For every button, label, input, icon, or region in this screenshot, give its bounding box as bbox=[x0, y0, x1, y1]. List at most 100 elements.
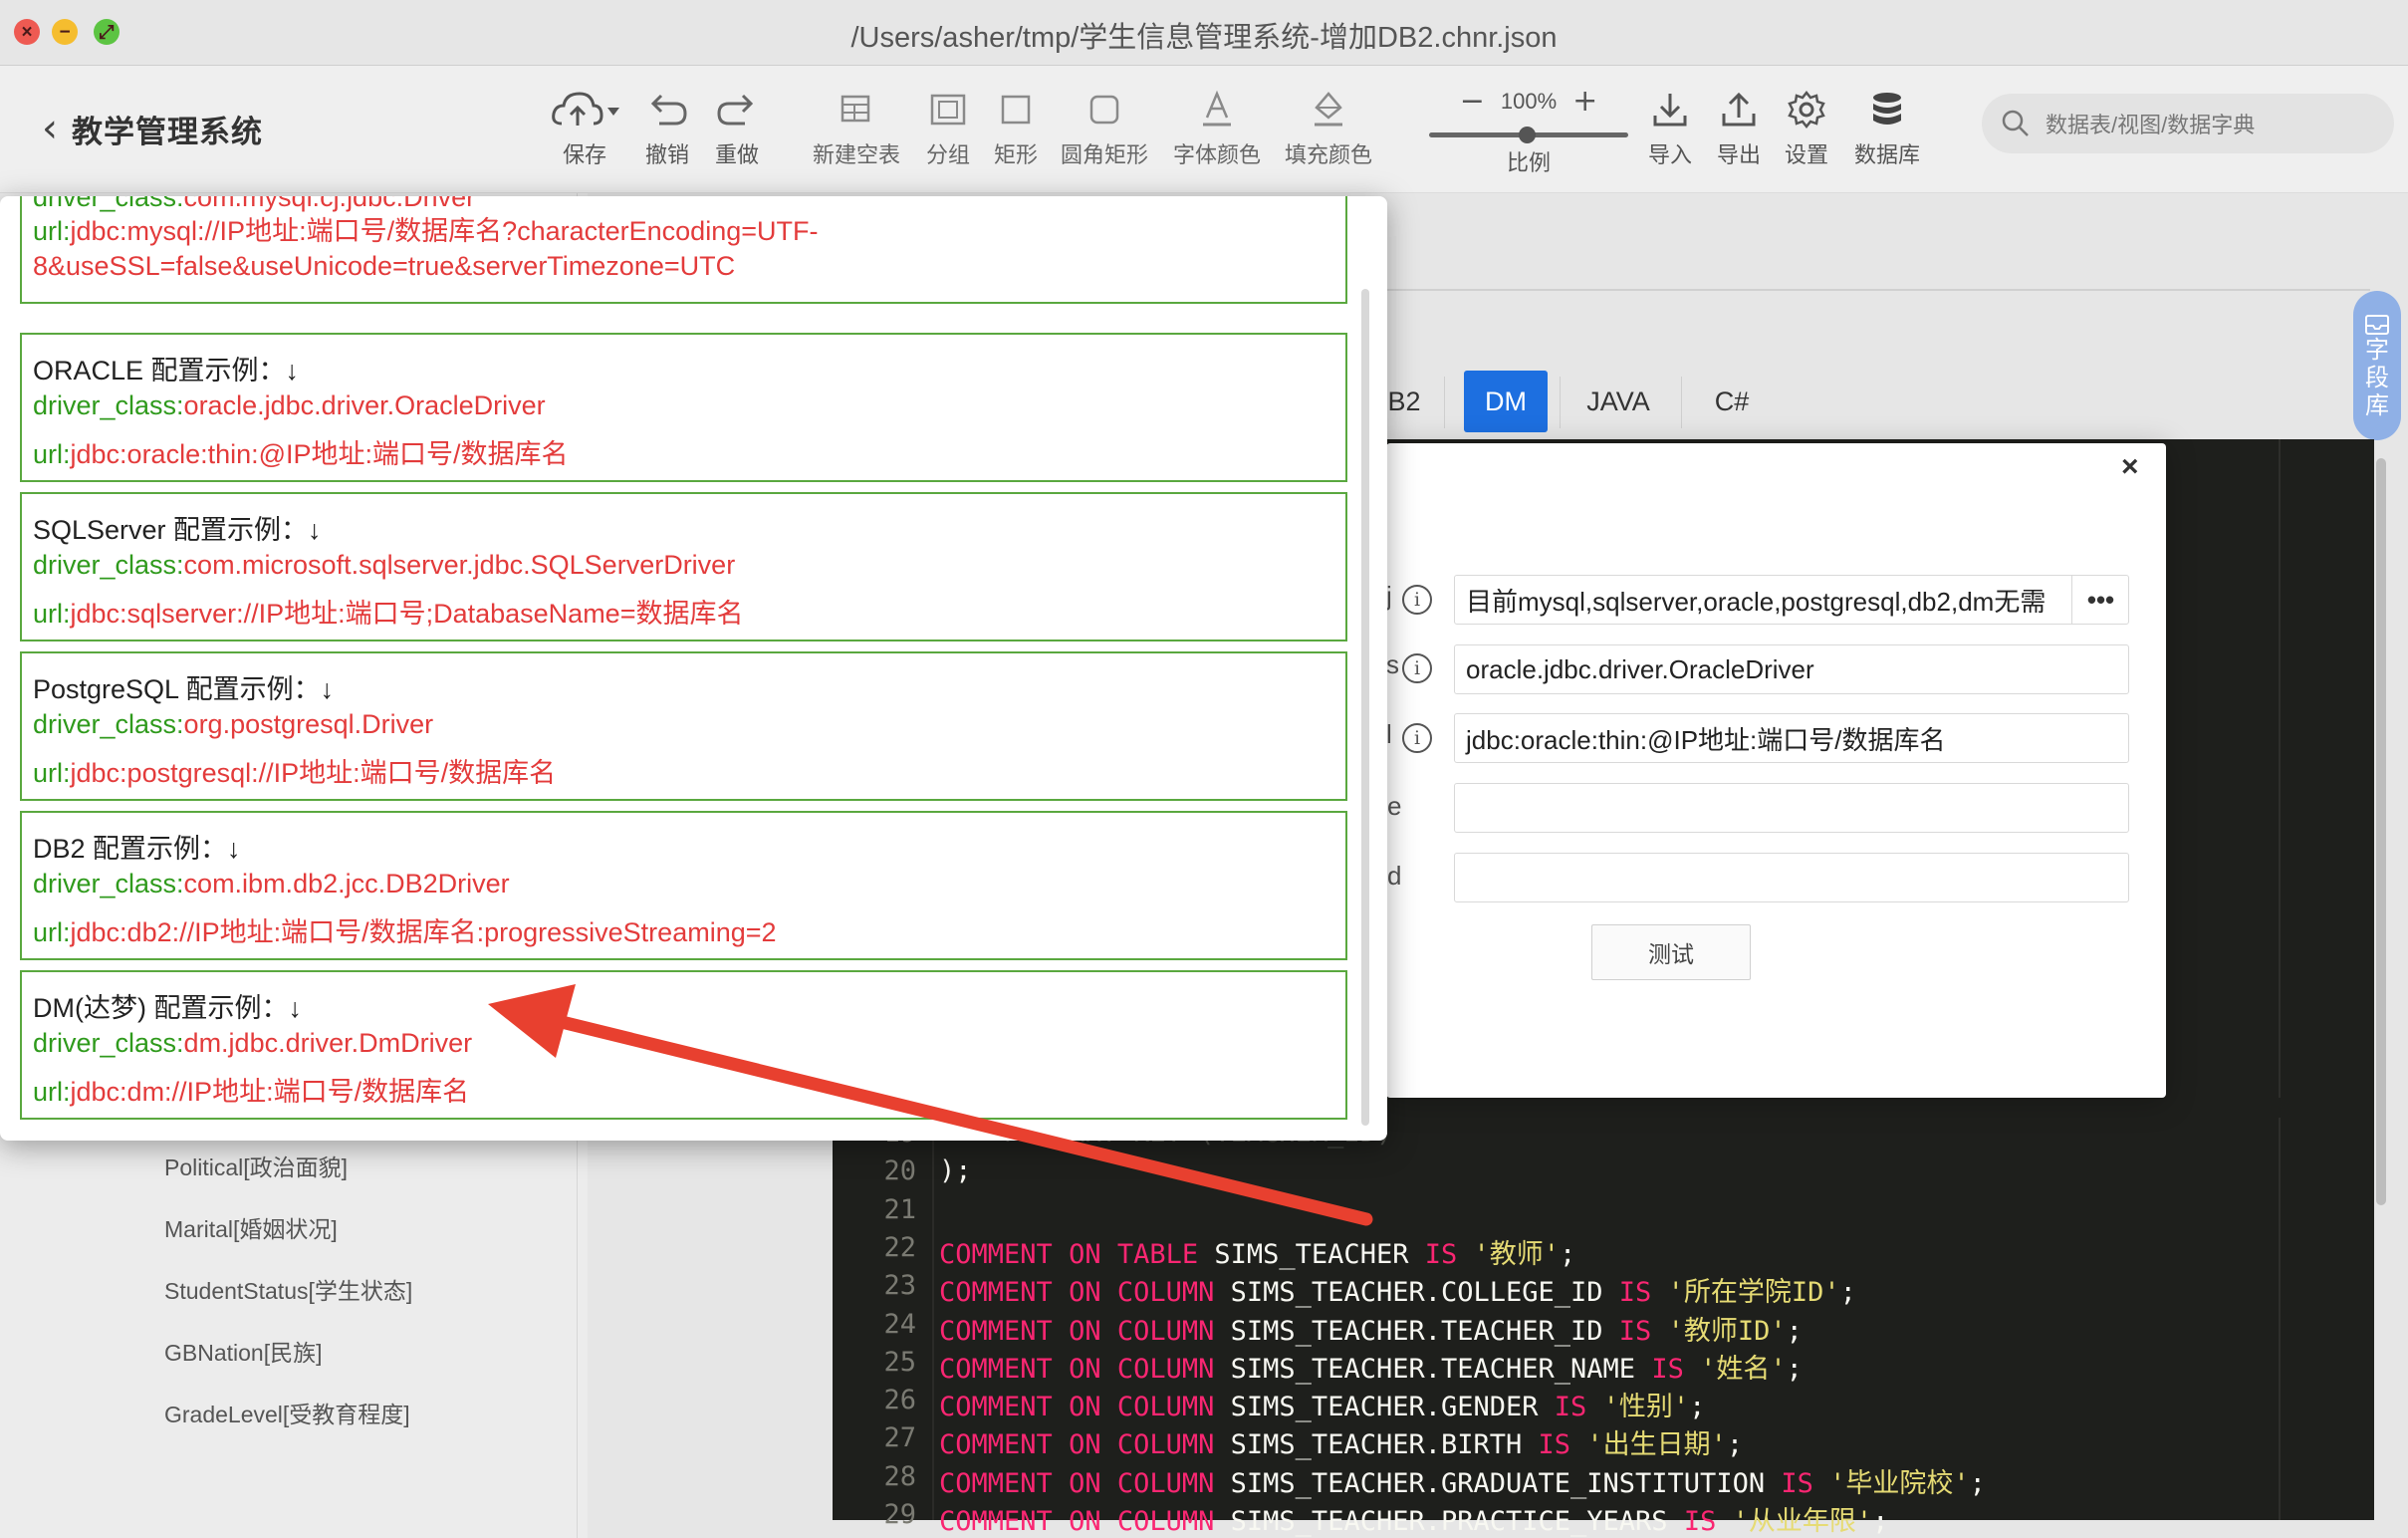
tab-separator bbox=[1560, 377, 1561, 428]
url-key: url: bbox=[33, 758, 71, 788]
export-button[interactable]: 导出 bbox=[1717, 86, 1761, 169]
cloud-upload-icon bbox=[552, 92, 619, 126]
info-icon[interactable]: i bbox=[1402, 585, 1432, 615]
group-icon bbox=[930, 94, 966, 126]
database-icon bbox=[1873, 93, 1901, 125]
line-number: 22 bbox=[883, 1231, 916, 1263]
driver-key: driver_class: bbox=[33, 709, 184, 739]
vertical-scrollbar[interactable] bbox=[2376, 458, 2386, 1205]
group-button[interactable]: 分组 bbox=[926, 86, 970, 169]
inbox-icon bbox=[2365, 315, 2389, 335]
code-line: ); bbox=[939, 1155, 972, 1187]
search-input[interactable]: 数据表/视图/数据字典 bbox=[1982, 94, 2394, 153]
line-number: 24 bbox=[883, 1308, 916, 1340]
line-number: 20 bbox=[883, 1155, 916, 1187]
zoom-in-button[interactable]: + bbox=[1572, 84, 1597, 119]
driver-key: driver_class: bbox=[33, 869, 184, 898]
line-number: 23 bbox=[883, 1270, 916, 1302]
url-value: jdbc:sqlserver://IP地址:端口号;DatabaseName=数… bbox=[70, 599, 744, 629]
config-example-box: DB2 配置示例：↓ driver_class:com.ibm.db2.jcc.D… bbox=[20, 811, 1347, 960]
zoom-out-button[interactable]: − bbox=[1460, 84, 1485, 119]
more-options-button[interactable]: ••• bbox=[2071, 575, 2129, 625]
fill-color-icon bbox=[1315, 92, 1342, 127]
rectangle-button[interactable]: 矩形 bbox=[994, 86, 1038, 169]
export-icon bbox=[1722, 92, 1756, 127]
url-key: url: bbox=[33, 1077, 71, 1107]
code-line: COMMENT ON COLUMN SIMS_TEACHER.TEACHER_I… bbox=[939, 1315, 1803, 1347]
popup-scrollbar[interactable] bbox=[1361, 289, 1369, 1126]
config-examples-tooltip: driver_class:com.mysql.cj.jdbc.Driver ur… bbox=[0, 196, 1387, 1141]
example-title: SQLServer 配置示例：↓ bbox=[33, 515, 322, 545]
fill-color-button[interactable]: 填充颜色 bbox=[1285, 86, 1372, 169]
settings-button[interactable]: 设置 bbox=[1785, 86, 1828, 169]
font-color-button[interactable]: 字体颜色 bbox=[1173, 86, 1261, 169]
print-margin bbox=[2279, 439, 2281, 1520]
field-library-tab[interactable]: 字 段 库 bbox=[2353, 291, 2401, 440]
driver-key: driver_class: bbox=[33, 1028, 184, 1058]
example-title: DM(达梦) 配置示例：↓ bbox=[33, 993, 302, 1023]
undo-button[interactable]: 撤销 bbox=[645, 86, 689, 169]
code-line: COMMENT ON COLUMN SIMS_TEACHER.COLLEGE_I… bbox=[939, 1277, 1856, 1309]
test-connection-button[interactable]: 测试 bbox=[1591, 924, 1751, 980]
config-example-box: DM(达梦) 配置示例：↓ driver_class:dm.jdbc.driver… bbox=[20, 970, 1347, 1120]
driver-class-field[interactable]: oracle.jdbc.driver.OracleDriver bbox=[1454, 644, 2129, 694]
url-field[interactable]: jdbc:oracle:thin:@IP地址:端口号/数据库名 bbox=[1454, 713, 2129, 763]
connection-dialog bbox=[1386, 443, 2166, 1098]
line-number: 25 bbox=[883, 1346, 916, 1378]
url-value: jdbc:db2://IP地址:端口号/数据库名:progressiveStre… bbox=[70, 917, 777, 947]
tree-item-grade-level[interactable]: GradeLevel[受教育程度] bbox=[164, 1396, 410, 1429]
tab-dm[interactable]: DM bbox=[1464, 371, 1548, 432]
password-field[interactable] bbox=[1454, 853, 2129, 902]
url-key: url: bbox=[33, 439, 71, 469]
driver-value: com.microsoft.sqlserver.jdbc.SQLServerDr… bbox=[183, 550, 736, 580]
example-title: ORACLE 配置示例：↓ bbox=[33, 356, 300, 385]
close-icon[interactable]: × bbox=[2121, 450, 2139, 484]
font-color-icon bbox=[1203, 90, 1231, 127]
rectangle-icon bbox=[1001, 95, 1031, 125]
url-key: url: bbox=[33, 599, 71, 629]
back-button[interactable]: ‹ 教学管理系统 bbox=[42, 106, 263, 151]
info-icon[interactable]: i bbox=[1402, 653, 1432, 683]
save-button[interactable]: 保存 bbox=[550, 86, 619, 169]
new-table-button[interactable]: 新建空表 bbox=[813, 86, 900, 169]
driver-value: com.ibm.db2.jcc.DB2Driver bbox=[183, 869, 510, 898]
window-title: /Users/asher/tmp/学生信息管理系统-增加DB2.chnr.jso… bbox=[850, 22, 1558, 54]
field-label: d bbox=[1387, 861, 1402, 891]
tree-item-marital[interactable]: Marital[婚姻状况] bbox=[164, 1210, 338, 1244]
zoom-slider[interactable] bbox=[1429, 127, 1628, 143]
tree-item-gb-nation[interactable]: GBNation[民族] bbox=[164, 1334, 323, 1368]
zoom-slider-handle[interactable] bbox=[1519, 127, 1536, 143]
tab-csharp[interactable]: C# bbox=[1697, 367, 1767, 436]
database-button[interactable]: 数据库 bbox=[1854, 86, 1920, 169]
config-example-box: ORACLE 配置示例：↓ driver_class:oracle.jdbc.dr… bbox=[20, 333, 1347, 482]
undo-icon bbox=[650, 94, 687, 126]
code-line: COMMENT ON TABLE SIMS_TEACHER IS '教师'; bbox=[939, 1238, 1576, 1270]
import-button[interactable]: 导入 bbox=[1648, 86, 1692, 169]
zoom-label: 比例 bbox=[1506, 150, 1551, 175]
code-line: COMMENT ON COLUMN SIMS_TEACHER.GRADUATE_… bbox=[939, 1467, 1986, 1499]
tab-java[interactable]: JAVA bbox=[1573, 367, 1663, 436]
redo-button[interactable]: 重做 bbox=[715, 86, 759, 169]
tab-separator bbox=[1681, 377, 1682, 428]
url-value: jdbc:oracle:thin:@IP地址:端口号/数据库名 bbox=[70, 439, 569, 469]
info-icon[interactable]: i bbox=[1402, 723, 1432, 753]
config-example-box: PostgreSQL 配置示例：↓ driver_class:org.postgr… bbox=[20, 651, 1347, 801]
username-field[interactable] bbox=[1454, 783, 2129, 833]
tree-item-political[interactable]: Political[政治面貌] bbox=[164, 1149, 348, 1182]
mysql-example-box: driver_class:com.mysql.cj.jdbc.Driver ur… bbox=[20, 196, 1347, 304]
line-number: 29 bbox=[883, 1499, 916, 1530]
driver-key: driver_class: bbox=[33, 550, 184, 580]
rounded-rectangle-button[interactable]: 圆角矩形 bbox=[1061, 86, 1148, 169]
config-example-box: SQLServer 配置示例：↓ driver_class:com.microso… bbox=[20, 492, 1347, 641]
code-line: COMMENT ON COLUMN SIMS_TEACHER.PRACTICE_… bbox=[939, 1506, 1889, 1537]
db-type-field[interactable]: 目前mysql,sqlserver,oracle,postgresql,db2,… bbox=[1454, 575, 2129, 625]
line-number: 21 bbox=[883, 1193, 916, 1225]
tree-item-student-status[interactable]: StudentStatus[学生状态] bbox=[164, 1272, 412, 1306]
chevron-left-icon: ‹ bbox=[42, 106, 58, 151]
url-value: jdbc:dm://IP地址:端口号/数据库名 bbox=[70, 1077, 470, 1107]
code-line: COMMENT ON COLUMN SIMS_TEACHER.BIRTH IS … bbox=[939, 1429, 1744, 1461]
zoom-value: 100% bbox=[1500, 88, 1558, 114]
search-placeholder: 数据表/视图/数据字典 bbox=[2046, 113, 2256, 137]
url-key: url: bbox=[33, 917, 71, 947]
rounded-rectangle-icon bbox=[1089, 95, 1119, 125]
